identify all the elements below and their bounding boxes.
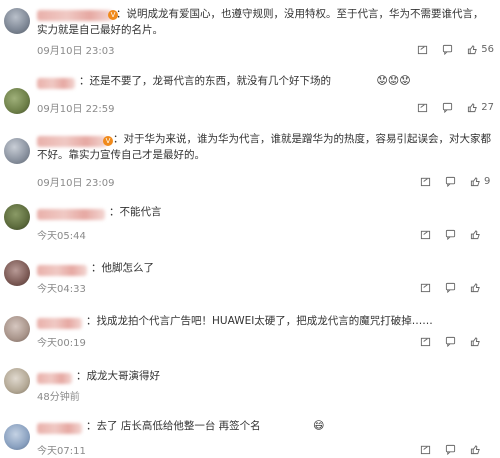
avatar[interactable]	[4, 424, 30, 450]
comment-body: ：去了 店长高低给他整一台 再签个名	[86, 420, 261, 432]
comment-body: ：对于华为来说，谁为华为代言，谁就是蹭华为的热度，容易引起误会，对大家都不好。靠…	[37, 133, 491, 161]
comment-text: ：成龙大哥演得好	[37, 368, 492, 384]
comment-actions: 56	[403, 42, 494, 56]
comment-text: ：不能代言	[37, 204, 492, 220]
share-icon[interactable]	[420, 176, 431, 187]
comment-body: ：说明成龙有爱国心，也遵守规则，没用特权。至于代言，华为不需要谁代言，实力就是自…	[37, 8, 484, 36]
share-icon[interactable]	[420, 229, 431, 240]
share-icon[interactable]	[420, 444, 431, 455]
comment-text: ：对于华为来说，谁为华为代言，谁就是蹭华为的热度，容易引起误会，对大家都不好。靠…	[37, 131, 492, 163]
comment-body: ：成龙大哥演得好	[76, 370, 160, 382]
like-count: 27	[481, 101, 494, 113]
like-icon[interactable]	[470, 336, 481, 347]
comment-icon[interactable]	[442, 102, 453, 113]
comment-item: ：找成龙拍个代言广告吧！HUAWEI太硬了，把成龙代言的魔咒打破掉…… 今天00…	[0, 312, 500, 356]
comment-feed: V ：说明成龙有爱国心，也遵守规则，没用特权。至于代言，华为不需要谁代言，实力就…	[0, 0, 500, 458]
avatar[interactable]	[4, 260, 30, 286]
comment-time: 09月10日 23:09	[37, 178, 115, 189]
share-icon[interactable]	[417, 102, 428, 113]
comment-body: ：不能代言	[109, 206, 162, 218]
comment-text: ：说明成龙有爱国心，也遵守规则，没用特权。至于代言，华为不需要谁代言，实力就是自…	[37, 6, 492, 38]
like-icon[interactable]	[470, 282, 481, 293]
comment-item: ：成龙大哥演得好 48分钟前	[0, 366, 500, 406]
comment-time: 今天05:44	[37, 231, 86, 242]
like-icon[interactable]	[467, 102, 478, 113]
sad-emoji-icon: 😟😟😟	[376, 74, 411, 87]
comment-item: ：他脚怎么了 今天04:33	[0, 256, 500, 300]
comment-actions	[406, 280, 494, 294]
comment-time: 48分钟前	[37, 392, 80, 403]
comment-icon[interactable]	[445, 282, 456, 293]
comment-actions	[406, 227, 494, 241]
comment-time: 今天00:19	[37, 338, 86, 349]
comment-icon[interactable]	[445, 229, 456, 240]
avatar[interactable]	[4, 368, 30, 394]
share-icon[interactable]	[420, 282, 431, 293]
share-icon[interactable]	[420, 336, 431, 347]
comment-time: 09月10日 23:03	[37, 46, 115, 57]
comment-body: ：他脚怎么了	[91, 262, 154, 274]
comment-text: ：还是不要了，龙哥代言的东西，就没有几个好下场的 😟😟😟	[37, 73, 492, 89]
comment-item: V ：说明成龙有爱国心，也遵守规则，没用特权。至于代言，华为不需要谁代言，实力就…	[0, 0, 500, 70]
comment-text: ：去了 店长高低给他整一台 再签个名 😄	[37, 418, 492, 434]
like-count: 9	[484, 175, 491, 187]
like-icon[interactable]	[470, 229, 481, 240]
comment-time: 今天07:11	[37, 446, 86, 457]
avatar[interactable]	[4, 316, 30, 342]
comment-time: 今天04:33	[37, 284, 86, 295]
comment-item: ：不能代言 今天05:44	[0, 198, 500, 246]
avatar[interactable]	[4, 88, 30, 114]
comment-body: ：还是不要了，龙哥代言的东西，就没有几个好下场的	[79, 75, 331, 87]
grin-emoji-icon: 😄	[313, 419, 325, 432]
comment-icon[interactable]	[445, 444, 456, 455]
comment-icon[interactable]	[442, 44, 453, 55]
avatar[interactable]	[4, 138, 30, 164]
avatar[interactable]	[4, 8, 30, 34]
comment-icon[interactable]	[445, 176, 456, 187]
like-count: 56	[481, 43, 494, 55]
share-icon[interactable]	[417, 44, 428, 55]
like-icon[interactable]	[470, 176, 481, 187]
comment-item: V ：对于华为来说，谁为华为代言，谁就是蹭华为的热度，容易引起误会，对大家都不好…	[0, 128, 500, 196]
avatar[interactable]	[4, 204, 30, 230]
comment-actions	[406, 442, 494, 456]
like-icon[interactable]	[467, 44, 478, 55]
comment-item: ：还是不要了，龙哥代言的东西，就没有几个好下场的 😟😟😟 09月10日 22:5…	[0, 72, 500, 130]
comment-time: 09月10日 22:59	[37, 104, 115, 115]
comment-actions: 9	[406, 174, 494, 188]
comment-body: ：找成龙拍个代言广告吧！HUAWEI太硬了，把成龙代言的魔咒打破掉……	[86, 315, 433, 327]
comment-actions	[406, 334, 494, 348]
comment-actions: 27	[403, 100, 494, 114]
comment-icon[interactable]	[445, 336, 456, 347]
comment-text: ：找成龙拍个代言广告吧！HUAWEI太硬了，把成龙代言的魔咒打破掉……	[37, 313, 492, 329]
comment-item: ：去了 店长高低给他整一台 再签个名 😄 今天07:11	[0, 414, 500, 458]
like-icon[interactable]	[470, 444, 481, 455]
comment-text: ：他脚怎么了	[37, 260, 492, 276]
